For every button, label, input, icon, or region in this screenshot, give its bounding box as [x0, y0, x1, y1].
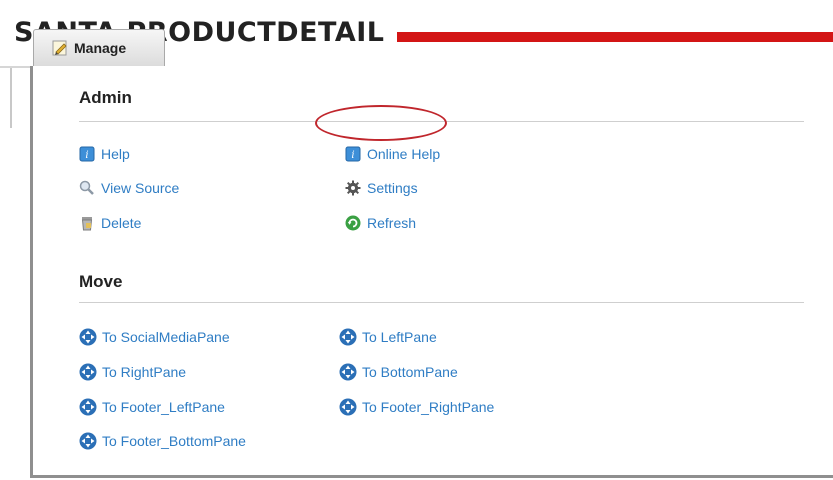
menu-item-label: View Source	[101, 180, 180, 196]
move-arrows-icon	[79, 363, 97, 381]
menu-item-settings[interactable]: Settings	[345, 180, 418, 196]
menu-item-refresh[interactable]: Refresh	[345, 215, 416, 231]
move-item-label: To Footer_BottomPane	[102, 433, 246, 449]
move-item-label: To Footer_LeftPane	[102, 399, 225, 415]
move-arrows-icon	[79, 398, 97, 416]
admin-section-divider	[79, 121, 804, 122]
move-arrows-icon	[339, 328, 357, 346]
move-item-label: To SocialMediaPane	[102, 329, 230, 345]
menu-item-view-source[interactable]: View Source	[79, 180, 179, 196]
move-item-label: To RightPane	[102, 364, 187, 380]
menu-item-label: Delete	[101, 215, 142, 231]
move-arrows-icon	[339, 398, 357, 416]
move-section-title: Move	[79, 272, 123, 291]
left-rail-divider	[10, 68, 20, 128]
move-to-bottompane[interactable]: To BottomPane	[339, 363, 458, 381]
manage-menu-panel: Admin i Help View Source Delete i Online…	[30, 66, 833, 478]
menu-item-label: Settings	[367, 180, 418, 196]
move-item-label: To BottomPane	[362, 364, 458, 380]
title-red-rule	[397, 32, 833, 42]
move-to-footer-leftpane[interactable]: To Footer_LeftPane	[79, 398, 225, 416]
manage-button-label: Manage	[74, 40, 127, 56]
move-to-footer-bottompane[interactable]: To Footer_BottomPane	[79, 432, 246, 450]
menu-item-help[interactable]: i Help	[79, 146, 130, 162]
menu-item-label: Online Help	[367, 146, 441, 162]
move-item-label: To Footer_RightPane	[362, 399, 495, 415]
menu-item-online-help[interactable]: i Online Help	[345, 146, 440, 162]
move-item-label: To LeftPane	[362, 329, 437, 345]
help-icon: i	[345, 146, 361, 162]
magnifier-icon	[79, 180, 94, 195]
move-arrows-icon	[339, 363, 357, 381]
refresh-icon	[345, 215, 361, 231]
trash-icon	[81, 217, 93, 231]
move-to-socialmediapane[interactable]: To SocialMediaPane	[79, 328, 230, 346]
svg-text:i: i	[85, 150, 88, 161]
move-to-leftpane[interactable]: To LeftPane	[339, 328, 437, 346]
menu-item-label: Refresh	[367, 215, 417, 231]
move-to-footer-rightpane[interactable]: To Footer_RightPane	[339, 398, 494, 416]
gear-icon	[345, 180, 361, 196]
move-arrows-icon	[79, 328, 97, 346]
menu-item-label: Help	[101, 146, 130, 162]
settings-highlight-ellipse	[315, 105, 447, 141]
move-section-divider	[79, 302, 804, 303]
manage-button[interactable]: Manage	[33, 29, 165, 66]
admin-section-title: Admin	[79, 88, 132, 107]
pencil-icon	[52, 40, 67, 56]
help-icon: i	[79, 146, 95, 162]
svg-text:i: i	[351, 150, 354, 161]
move-arrows-icon	[79, 432, 97, 450]
move-to-rightpane[interactable]: To RightPane	[79, 363, 186, 381]
menu-item-delete[interactable]: Delete	[79, 215, 141, 231]
